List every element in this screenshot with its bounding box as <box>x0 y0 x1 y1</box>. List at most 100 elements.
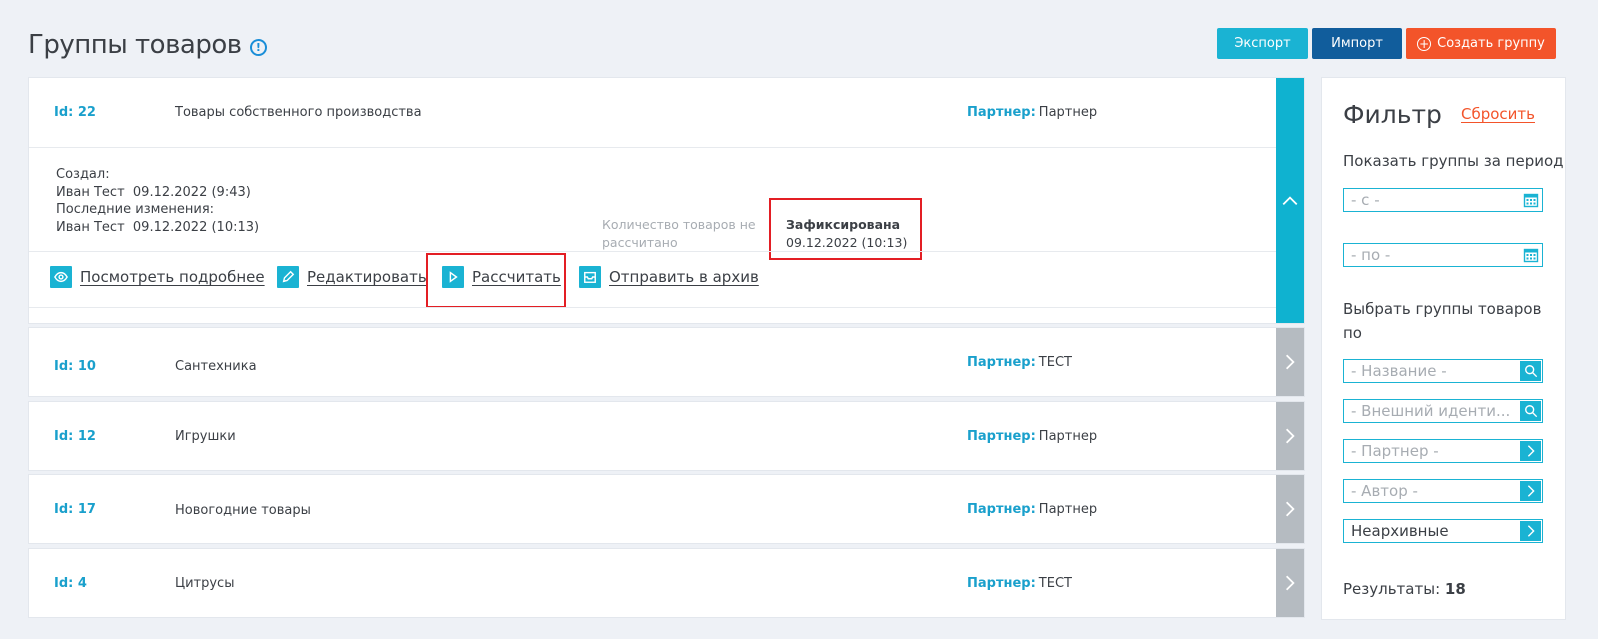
import-button[interactable]: Импорт <box>1312 28 1402 59</box>
collapse-toggle[interactable] <box>1276 78 1304 323</box>
import-button-label: Импорт <box>1331 36 1383 51</box>
edit-link[interactable]: Редактировать <box>277 266 427 288</box>
modified-by: Иван Тест 09.12.2022 (10:13) <box>56 220 260 236</box>
results-value: 18 <box>1444 580 1466 598</box>
filter-reset-link[interactable]: Сбросить <box>1461 105 1535 123</box>
info-icon[interactable]: ! <box>249 38 267 56</box>
group-partner: Партнер: Партнер <box>967 105 1097 120</box>
eye-icon <box>50 266 72 288</box>
status-title: Зафиксирована <box>786 217 901 232</box>
archive-icon <box>579 266 601 288</box>
partner-select-placeholder: - Партнер - <box>1351 442 1439 460</box>
create-group-button[interactable]: + Создать группу <box>1406 28 1556 59</box>
group-id: Id: 22 <box>54 105 96 120</box>
group-id: Id: 17 <box>54 502 96 517</box>
partner-value: Партнер <box>1038 429 1098 444</box>
external-id-placeholder: - Внешний иденти... <box>1351 402 1511 420</box>
play-icon <box>442 266 464 288</box>
calendar-icon[interactable] <box>1521 245 1541 265</box>
partner-value: Партнер <box>1038 502 1098 517</box>
chevron-right-icon <box>1285 501 1295 517</box>
group-name: Сантехника <box>175 359 257 374</box>
export-button-label: Экспорт <box>1234 36 1291 51</box>
chevron-right-icon[interactable] <box>1520 521 1541 541</box>
group-partner: Партнер: Партнер <box>967 502 1097 517</box>
group-id: Id: 10 <box>54 359 96 374</box>
quantity-status: Количество товаров не рассчитано <box>602 217 756 250</box>
partner-label: Партнер: <box>967 576 1036 591</box>
status-date: 09.12.2022 (10:13) <box>786 234 908 250</box>
chevron-right-icon <box>1285 575 1295 591</box>
search-icon[interactable] <box>1520 401 1541 421</box>
partner-select[interactable]: - Партнер - <box>1343 439 1543 463</box>
group-name: Цитрусы <box>175 576 235 591</box>
expand-toggle[interactable] <box>1276 549 1304 617</box>
chevron-right-icon <box>1285 354 1295 370</box>
select-by-label: Выбрать группы товаров по <box>1343 300 1542 342</box>
chevron-right-icon[interactable] <box>1520 481 1541 501</box>
divider <box>29 147 1276 148</box>
partner-label: Партнер: <box>967 429 1036 444</box>
partner-value: ТЕСТ <box>1038 576 1072 591</box>
archive-label: Отправить в архив <box>609 268 759 286</box>
chevron-right-icon[interactable] <box>1520 441 1541 461</box>
plus-circle-icon: + <box>1417 36 1432 51</box>
group-name: Новогодние товары <box>175 503 311 518</box>
date-from-input[interactable]: - с - <box>1343 188 1543 212</box>
calculate-link[interactable]: Рассчитать <box>442 266 561 288</box>
group-partner: Партнер: Партнер <box>967 429 1097 444</box>
export-button[interactable]: Экспорт <box>1217 28 1308 59</box>
date-to-input[interactable]: - по - <box>1343 243 1543 267</box>
group-card[interactable]: Id: 10 Сантехника Партнер: ТЕСТ <box>28 327 1305 397</box>
author-select-placeholder: - Автор - <box>1351 482 1418 500</box>
archive-status-select[interactable]: Неархивные <box>1343 519 1543 543</box>
group-id: Id: 4 <box>54 576 87 591</box>
expand-toggle[interactable] <box>1276 402 1304 470</box>
results-count: Результаты: 18 <box>1343 580 1466 598</box>
group-card[interactable]: Id: 4 Цитрусы Партнер: ТЕСТ <box>28 548 1305 618</box>
chevron-up-icon <box>1282 195 1298 205</box>
date-to-placeholder: - по - <box>1351 246 1391 264</box>
modified-label: Последние изменения: <box>56 202 215 218</box>
author-select[interactable]: - Автор - <box>1343 479 1543 503</box>
created-label: Создал: <box>56 167 110 182</box>
edit-label: Редактировать <box>307 268 427 286</box>
calculate-label: Рассчитать <box>472 268 561 286</box>
partner-value: ТЕСТ <box>1038 355 1072 370</box>
group-card-expanded: Id: 22 Товары собственного производства … <box>28 77 1305 324</box>
partner-label: Партнер: <box>967 502 1036 517</box>
chevron-right-icon <box>1285 428 1295 444</box>
group-name: Товары собственного производства <box>175 105 422 120</box>
view-details-label: Посмотреть подробнее <box>80 268 265 286</box>
divider <box>29 307 1276 308</box>
created-by: Иван Тест 09.12.2022 (9:43) <box>56 184 251 200</box>
pencil-icon <box>277 266 299 288</box>
group-name: Игрушки <box>175 429 236 444</box>
group-partner: Партнер: ТЕСТ <box>967 576 1072 591</box>
group-card[interactable]: Id: 17 Новогодние товары Партнер: Партнер <box>28 474 1305 544</box>
expand-toggle[interactable] <box>1276 328 1304 396</box>
archive-status-value: Неархивные <box>1351 522 1449 540</box>
archive-link[interactable]: Отправить в архив <box>579 266 759 288</box>
name-search-input[interactable]: - Название - <box>1343 359 1543 383</box>
search-icon[interactable] <box>1520 361 1541 381</box>
name-search-placeholder: - Название - <box>1351 362 1447 380</box>
expand-toggle[interactable] <box>1276 475 1304 543</box>
partner-label: Партнер: <box>967 355 1036 370</box>
create-group-button-label: Создать группу <box>1437 36 1545 51</box>
view-details-link[interactable]: Посмотреть подробнее <box>50 266 265 288</box>
results-label: Результаты: <box>1343 580 1441 598</box>
group-meta: Создал: Иван Тест 09.12.2022 (9:43) Посл… <box>56 166 259 237</box>
filter-title: Фильтр <box>1343 100 1442 129</box>
group-id: Id: 12 <box>54 429 96 444</box>
group-partner: Партнер: ТЕСТ <box>967 355 1072 370</box>
group-card[interactable]: Id: 12 Игрушки Партнер: Партнер <box>28 401 1305 471</box>
period-label: Показать группы за период <box>1343 152 1564 170</box>
page-title-text: Группы товаров <box>28 30 242 60</box>
calendar-icon[interactable] <box>1521 190 1541 210</box>
partner-label: Партнер: <box>967 105 1036 120</box>
date-from-placeholder: - с - <box>1351 191 1380 209</box>
filter-panel: Фильтр Сбросить Показать группы за перио… <box>1321 77 1566 620</box>
external-id-search-input[interactable]: - Внешний иденти... <box>1343 399 1543 423</box>
divider <box>29 251 1276 252</box>
